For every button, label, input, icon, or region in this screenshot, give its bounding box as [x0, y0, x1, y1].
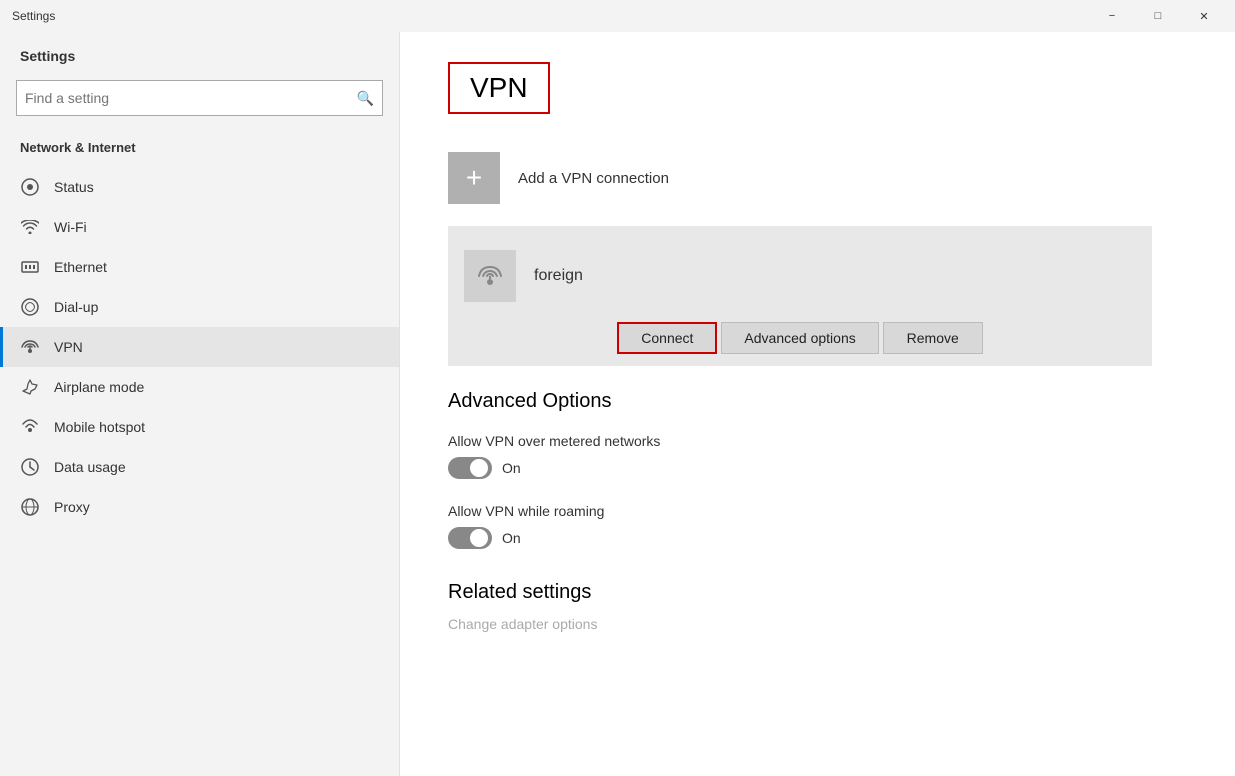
- toggle-metered-switch[interactable]: [448, 457, 492, 479]
- vpn-connection-row: foreign: [448, 238, 1152, 314]
- advanced-options-section: Advanced Options Allow VPN over metered …: [448, 390, 1152, 549]
- ethernet-icon: [20, 257, 40, 277]
- minimize-icon: −: [1109, 10, 1115, 22]
- sidebar-item-datausage[interactable]: Data usage: [0, 447, 399, 487]
- toggle-roaming-switch[interactable]: [448, 527, 492, 549]
- maximize-icon: □: [1155, 10, 1162, 22]
- change-adapter-link[interactable]: Change adapter options: [448, 616, 1152, 632]
- dialup-icon: [20, 297, 40, 317]
- vpn-connection-card: foreign Connect Advanced options Remove: [448, 226, 1152, 366]
- maximize-button[interactable]: □: [1135, 0, 1181, 32]
- search-input[interactable]: [25, 90, 357, 106]
- sidebar-section-label: Network & Internet: [0, 132, 399, 167]
- sidebar-item-status[interactable]: Status: [0, 167, 399, 207]
- vpn-actions: Connect Advanced options Remove: [448, 314, 1152, 366]
- add-vpn-icon-box: +: [448, 152, 500, 204]
- app-title: Settings: [8, 9, 55, 23]
- remove-button[interactable]: Remove: [883, 322, 983, 354]
- add-plus-icon: +: [466, 164, 482, 192]
- proxy-icon: [20, 497, 40, 517]
- close-icon: ✕: [1199, 10, 1208, 23]
- airplane-icon: [20, 377, 40, 397]
- minimize-button[interactable]: −: [1089, 0, 1135, 32]
- add-vpn-label: Add a VPN connection: [518, 170, 669, 187]
- sidebar-item-label-proxy: Proxy: [54, 499, 90, 515]
- related-settings-title: Related settings: [448, 581, 1152, 604]
- toggle-roaming-state: On: [502, 530, 521, 546]
- toggle-metered-state: On: [502, 460, 521, 476]
- page-title: VPN: [448, 62, 550, 114]
- sidebar-item-vpn[interactable]: VPN: [0, 327, 399, 367]
- wifi-icon: [20, 217, 40, 237]
- sidebar-item-label-vpn: VPN: [54, 339, 83, 355]
- window-controls: − □ ✕: [1089, 0, 1227, 32]
- sidebar-item-label-dialup: Dial-up: [54, 299, 98, 315]
- connect-button[interactable]: Connect: [617, 322, 717, 354]
- app-body: Settings 🔍 Network & Internet Status W: [0, 32, 1235, 776]
- search-icon: 🔍: [357, 90, 374, 107]
- status-icon: [20, 177, 40, 197]
- sidebar-item-hotspot[interactable]: Mobile hotspot: [0, 407, 399, 447]
- vpn-connection-icon: [464, 250, 516, 302]
- advanced-options-title: Advanced Options: [448, 390, 1152, 413]
- sidebar: Settings 🔍 Network & Internet Status W: [0, 32, 400, 776]
- main-content: VPN + Add a VPN connection: [400, 32, 1235, 776]
- toggle-roaming-row: On: [448, 527, 1152, 549]
- sidebar-item-label-hotspot: Mobile hotspot: [54, 419, 145, 435]
- hotspot-icon: [20, 417, 40, 437]
- page-title-box: VPN: [448, 62, 1152, 142]
- toggle-roaming-section: Allow VPN while roaming On: [448, 503, 1152, 549]
- advanced-options-button[interactable]: Advanced options: [721, 322, 878, 354]
- related-settings-section: Related settings Change adapter options: [448, 581, 1152, 632]
- close-button[interactable]: ✕: [1181, 0, 1227, 32]
- sidebar-item-proxy[interactable]: Proxy: [0, 487, 399, 527]
- sidebar-item-ethernet[interactable]: Ethernet: [0, 247, 399, 287]
- toggle-metered-label: Allow VPN over metered networks: [448, 433, 1152, 449]
- add-vpn-row[interactable]: + Add a VPN connection: [448, 142, 1152, 214]
- sidebar-item-airplane[interactable]: Airplane mode: [0, 367, 399, 407]
- sidebar-item-label-airplane: Airplane mode: [54, 379, 144, 395]
- toggle-metered-section: Allow VPN over metered networks On: [448, 433, 1152, 479]
- sidebar-item-label-ethernet: Ethernet: [54, 259, 107, 275]
- title-bar: Settings − □ ✕: [0, 0, 1235, 32]
- sidebar-item-wifi[interactable]: Wi-Fi: [0, 207, 399, 247]
- search-box[interactable]: 🔍: [16, 80, 383, 116]
- sidebar-item-label-status: Status: [54, 179, 94, 195]
- toggle-roaming-label: Allow VPN while roaming: [448, 503, 1152, 519]
- sidebar-item-label-datausage: Data usage: [54, 459, 126, 475]
- vpn-nav-icon: [20, 337, 40, 357]
- app-name: Settings: [0, 32, 399, 72]
- sidebar-item-label-wifi: Wi-Fi: [54, 219, 87, 235]
- sidebar-item-dialup[interactable]: Dial-up: [0, 287, 399, 327]
- vpn-connection-name: foreign: [534, 267, 583, 285]
- datausage-icon: [20, 457, 40, 477]
- toggle-metered-row: On: [448, 457, 1152, 479]
